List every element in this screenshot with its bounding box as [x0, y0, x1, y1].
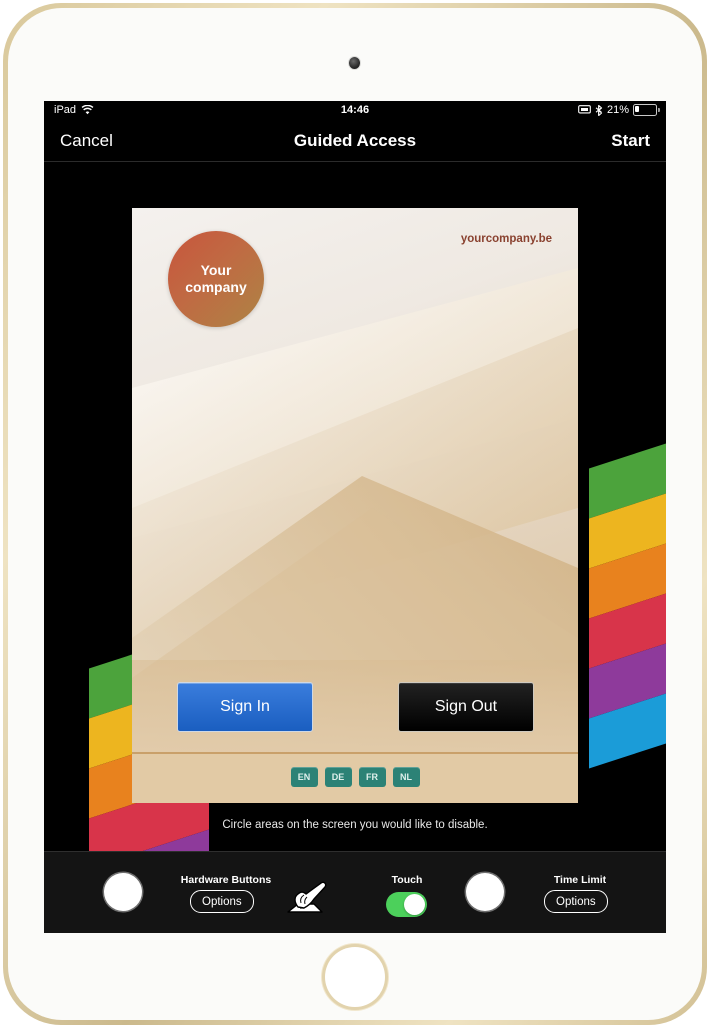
touch-label: Touch — [391, 874, 423, 886]
guided-access-navbar: Cancel Guided Access Start — [44, 123, 666, 162]
status-bar: iPad 14:46 21% — [44, 101, 666, 123]
battery-percent-label: 21% — [606, 104, 629, 116]
hand-tap-icon — [274, 878, 330, 918]
language-chip-fr[interactable]: FR — [358, 767, 386, 787]
screen-mirroring-icon — [578, 105, 591, 115]
start-button[interactable]: Start — [611, 131, 650, 151]
battery-icon — [633, 104, 660, 116]
action-button-row: Sign In Sign Out — [132, 660, 578, 752]
sign-in-button[interactable]: Sign In — [177, 682, 313, 732]
language-chip-en[interactable]: EN — [290, 767, 318, 787]
logo-line-2: company — [185, 279, 247, 295]
hardware-buttons-options-button[interactable]: Options — [190, 890, 254, 913]
language-bar: EN DE FR NL — [132, 752, 578, 803]
page-title: Guided Access — [293, 131, 417, 150]
bluetooth-icon — [595, 104, 603, 116]
time-limit-indicator[interactable] — [466, 873, 504, 911]
decorative-stripes-right — [589, 429, 666, 769]
screen: Your company yourcompany.be Sign In Sign… — [44, 101, 666, 933]
language-chip-nl[interactable]: NL — [392, 767, 420, 787]
website-label: yourcompany.be — [460, 233, 552, 245]
status-right: 21% — [578, 104, 660, 116]
touch-toggle[interactable] — [386, 892, 427, 917]
app-header: Your company yourcompany.be — [132, 208, 578, 327]
language-chip-de[interactable]: DE — [324, 767, 352, 787]
hardware-buttons-indicator[interactable] — [104, 873, 142, 911]
hint-text: Circle areas on the screen you would lik… — [222, 819, 488, 831]
home-button[interactable] — [325, 947, 385, 1007]
language-chip-list: EN DE FR NL — [132, 767, 578, 787]
logo-line-1: Your — [200, 261, 232, 278]
time-limit-label: Time Limit — [553, 874, 607, 886]
guided-access-toolbar: Hardware Buttons Options Touch Time Limi… — [44, 851, 666, 933]
company-logo: Your company — [168, 231, 264, 327]
ipad-device: Your company yourcompany.be Sign In Sign… — [0, 0, 710, 1028]
clock: 14:46 — [340, 104, 370, 116]
kiosk-app-card: Your company yourcompany.be Sign In Sign… — [132, 208, 578, 803]
front-camera-icon — [349, 57, 360, 69]
sign-out-button[interactable]: Sign Out — [398, 682, 534, 732]
time-limit-options-button[interactable]: Options — [544, 890, 608, 913]
